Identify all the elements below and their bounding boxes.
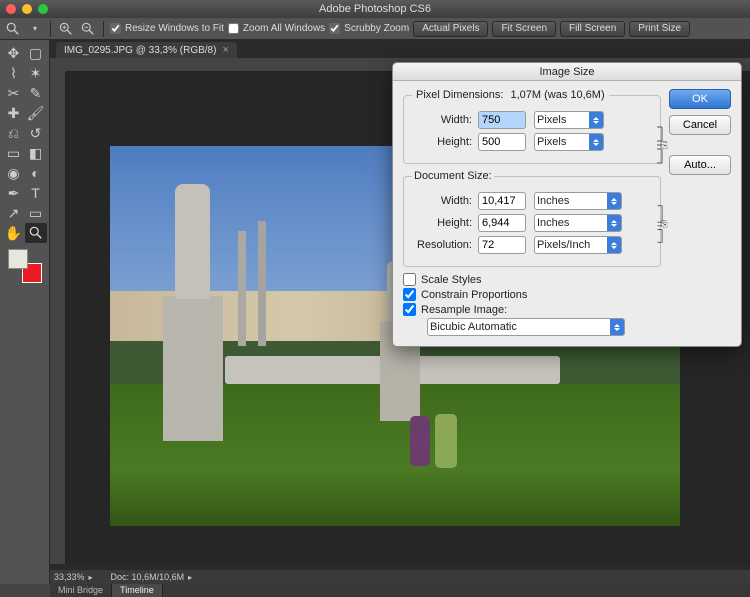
scrubby-zoom-checkbox[interactable]: Scrubby Zoom bbox=[329, 23, 409, 34]
scale-styles-checkbox[interactable] bbox=[403, 273, 416, 286]
resample-checkbox[interactable] bbox=[403, 303, 416, 316]
document-tab[interactable]: IMG_0295.JPG @ 33,3% (RGB/8) × bbox=[56, 42, 237, 58]
document-tab-label: IMG_0295.JPG @ 33,3% (RGB/8) bbox=[64, 45, 216, 56]
resize-windows-label: Resize Windows to Fit bbox=[125, 23, 224, 34]
print-size-button[interactable]: Print Size bbox=[629, 21, 690, 37]
move-tool-icon[interactable]: ✥ bbox=[3, 43, 25, 63]
zoom-level[interactable]: 33,33% bbox=[54, 572, 85, 582]
scale-styles-label: Scale Styles bbox=[421, 274, 482, 286]
panel-tab-bar: Mini Bridge Timeline bbox=[50, 584, 750, 597]
options-bar: ▾ Resize Windows to Fit Zoom All Windows… bbox=[0, 18, 750, 40]
tab-timeline[interactable]: Timeline bbox=[112, 584, 163, 597]
doc-width-input[interactable] bbox=[478, 192, 526, 210]
color-swatches[interactable] bbox=[8, 249, 42, 283]
stamp-tool-icon[interactable]: ⎌ bbox=[3, 123, 25, 143]
link-icon[interactable]: ⎘ bbox=[656, 200, 670, 248]
app-title: Adobe Photoshop CS6 bbox=[0, 3, 750, 15]
dialog-title: Image Size bbox=[393, 63, 741, 81]
fill-screen-button[interactable]: Fill Screen bbox=[560, 21, 625, 37]
close-tab-icon[interactable]: × bbox=[222, 44, 228, 56]
zoom-in-icon[interactable] bbox=[57, 20, 75, 38]
ok-button[interactable]: OK bbox=[669, 89, 731, 109]
constrain-label: Constrain Proportions bbox=[421, 289, 527, 301]
resolution-input[interactable] bbox=[478, 236, 526, 254]
zoom-tool-icon[interactable] bbox=[4, 20, 22, 38]
fit-screen-button[interactable]: Fit Screen bbox=[492, 21, 556, 37]
pen-tool-icon[interactable]: ✒ bbox=[3, 183, 25, 203]
doc-size: Doc: 10,6M/10,6M bbox=[111, 572, 185, 582]
doc-height-unit-select[interactable]: Inches bbox=[534, 214, 622, 232]
eraser-tool-icon[interactable]: ▭ bbox=[3, 143, 25, 163]
hand-tool-icon[interactable]: ✋ bbox=[3, 223, 25, 243]
doc-width-unit-select[interactable]: Inches bbox=[534, 192, 622, 210]
resize-windows-checkbox[interactable]: Resize Windows to Fit bbox=[110, 23, 224, 34]
crop-tool-icon[interactable]: ✂ bbox=[3, 83, 25, 103]
blur-tool-icon[interactable]: ◉ bbox=[3, 163, 25, 183]
path-tool-icon[interactable]: ↗ bbox=[3, 203, 25, 223]
zoom-out-icon[interactable] bbox=[79, 20, 97, 38]
healing-tool-icon[interactable]: ✚ bbox=[3, 103, 25, 123]
doc-height-label: Height: bbox=[412, 217, 472, 229]
resolution-label: Resolution: bbox=[412, 239, 472, 251]
lasso-tool-icon[interactable]: ⌇ bbox=[3, 63, 25, 83]
divider bbox=[50, 21, 51, 37]
ruler-origin[interactable] bbox=[50, 58, 66, 72]
height-label: Height: bbox=[412, 136, 472, 148]
svg-text:⎘: ⎘ bbox=[661, 140, 668, 150]
document-size-legend: Document Size: bbox=[412, 170, 494, 182]
constrain-checkbox[interactable] bbox=[403, 288, 416, 301]
width-label: Width: bbox=[412, 114, 472, 126]
window-titlebar: Adobe Photoshop CS6 bbox=[0, 0, 750, 18]
resolution-unit-select[interactable]: Pixels/Inch bbox=[534, 236, 622, 254]
zoom-all-checkbox[interactable]: Zoom All Windows bbox=[228, 23, 325, 34]
chevron-down-icon[interactable]: ▾ bbox=[26, 20, 44, 38]
marquee-tool-icon[interactable]: ▢ bbox=[25, 43, 47, 63]
pixel-width-input[interactable] bbox=[478, 111, 526, 129]
cancel-button[interactable]: Cancel bbox=[669, 115, 731, 135]
auto-button[interactable]: Auto... bbox=[669, 155, 731, 175]
zoom-tool-icon[interactable] bbox=[25, 223, 47, 243]
scrubby-label: Scrubby Zoom bbox=[344, 23, 409, 34]
tab-mini-bridge[interactable]: Mini Bridge bbox=[50, 584, 112, 597]
shape-tool-icon[interactable]: ▭ bbox=[25, 203, 47, 223]
chevron-right-icon[interactable]: ▸ bbox=[188, 573, 192, 582]
history-brush-tool-icon[interactable]: ↺ bbox=[25, 123, 47, 143]
doc-width-label: Width: bbox=[412, 195, 472, 207]
svg-text:⎘: ⎘ bbox=[661, 220, 668, 229]
link-icon[interactable]: ⎘ bbox=[656, 123, 670, 167]
zoom-all-label: Zoom All Windows bbox=[243, 23, 325, 34]
type-tool-icon[interactable]: T bbox=[25, 183, 47, 203]
foreground-swatch[interactable] bbox=[8, 249, 28, 269]
chevron-right-icon[interactable]: ▸ bbox=[89, 573, 93, 582]
wand-tool-icon[interactable]: ✶ bbox=[25, 63, 47, 83]
ruler-vertical[interactable] bbox=[50, 72, 66, 564]
pixel-width-unit-select[interactable]: Pixels bbox=[534, 111, 604, 129]
tool-panel: ✥ ▢ ⌇ ✶ ✂ ✎ ✚ 🖌 ⎌ ↺ ▭ ◧ ◉ ◐ ✒ T ↗ ▭ ✋ bbox=[0, 40, 50, 584]
actual-pixels-button[interactable]: Actual Pixels bbox=[413, 21, 488, 37]
gradient-tool-icon[interactable]: ◧ bbox=[25, 143, 47, 163]
pixel-dimensions-legend: Pixel Dimensions: 1,07M (was 10,6M) bbox=[412, 89, 609, 101]
pixel-height-input[interactable] bbox=[478, 133, 526, 151]
divider bbox=[103, 21, 104, 37]
dodge-tool-icon[interactable]: ◐ bbox=[25, 163, 47, 183]
resample-label: Resample Image: bbox=[421, 304, 507, 316]
brush-tool-icon[interactable]: 🖌 bbox=[25, 103, 47, 123]
resample-method-select[interactable]: Bicubic Automatic bbox=[427, 318, 625, 336]
doc-height-input[interactable] bbox=[478, 214, 526, 232]
pixel-height-unit-select[interactable]: Pixels bbox=[534, 133, 604, 151]
image-size-dialog: Image Size Pixel Dimensions: 1,07M (was … bbox=[392, 62, 742, 347]
status-bar: 33,33%▸ Doc: 10,6M/10,6M▸ bbox=[50, 570, 750, 584]
eyedropper-tool-icon[interactable]: ✎ bbox=[25, 83, 47, 103]
